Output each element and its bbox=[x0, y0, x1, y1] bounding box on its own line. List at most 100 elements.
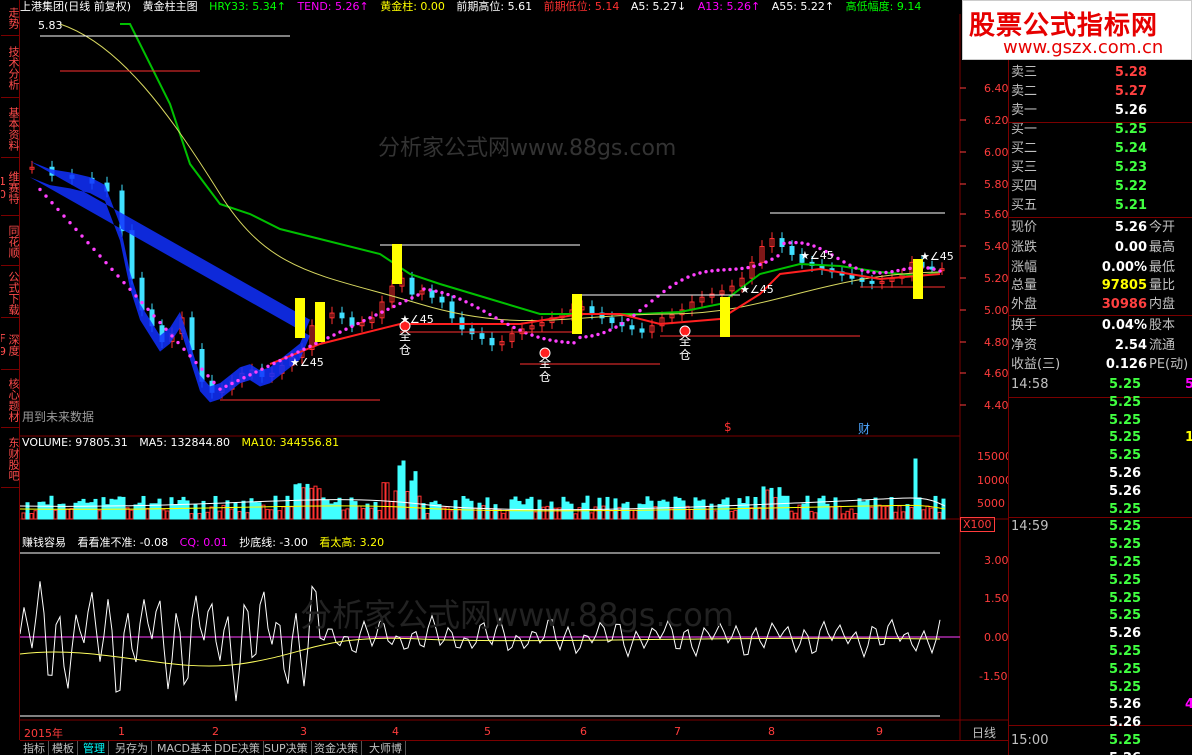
volume-bar bbox=[209, 506, 214, 520]
period-label[interactable]: 日线 bbox=[972, 724, 996, 741]
buy-signal-label: 仓 bbox=[679, 348, 691, 362]
volume-bar bbox=[197, 513, 202, 520]
quote-label-2: PE(动) bbox=[1149, 357, 1189, 372]
volume-bar bbox=[869, 506, 874, 520]
trend-dot bbox=[218, 387, 222, 391]
left-tab-0[interactable]: 走势 bbox=[1, 0, 19, 36]
left-tab-4[interactable]: 同花顺 bbox=[1, 218, 19, 266]
volume-bar bbox=[377, 509, 382, 520]
volume-bar bbox=[593, 506, 598, 520]
finance-mark[interactable]: 财 bbox=[858, 420, 870, 437]
dividend-mark[interactable]: $ bbox=[724, 420, 732, 434]
volume-bar bbox=[373, 501, 378, 520]
order-book-row[interactable]: 买四 5.22 bbox=[1009, 178, 1192, 195]
quote-value: 0.00 bbox=[1114, 240, 1147, 255]
x-tick-label: 3 bbox=[300, 725, 307, 738]
candle-body bbox=[349, 317, 355, 327]
bottom-tab-4[interactable]: MACD基本 bbox=[154, 741, 216, 755]
bottom-tab-0[interactable]: 指标 bbox=[20, 741, 49, 755]
left-tab-3[interactable]: 维赛特10 bbox=[1, 160, 19, 216]
volume-bar bbox=[357, 505, 362, 520]
osc-yellow-line bbox=[20, 637, 941, 667]
quote-label-2: 最高 bbox=[1149, 240, 1176, 255]
left-tab-8[interactable]: 东财股吧 bbox=[1, 430, 19, 488]
bottom-tab-8[interactable]: 大师博 bbox=[366, 741, 406, 755]
volume-bar bbox=[153, 503, 158, 520]
volume-bar bbox=[713, 510, 718, 520]
order-book-row[interactable]: 买五 5.21 bbox=[1009, 197, 1192, 214]
volume-bar bbox=[629, 509, 634, 520]
volume-bar bbox=[437, 504, 442, 520]
tick-price: 5.25 bbox=[1109, 572, 1142, 588]
volume-bar bbox=[189, 513, 194, 520]
order-book-row[interactable]: 卖二 5.27 bbox=[1009, 83, 1192, 100]
order-book-row[interactable]: 买二 5.24 bbox=[1009, 140, 1192, 157]
trend-dot bbox=[542, 336, 546, 341]
trend-dot bbox=[98, 254, 102, 258]
bottom-tab-5[interactable]: DDE决策 bbox=[211, 741, 264, 755]
star-annotation: ★∠45 bbox=[920, 250, 954, 263]
bottom-tab-2[interactable]: 管理 bbox=[80, 741, 109, 755]
bottom-tab-1[interactable]: 模板 bbox=[49, 741, 78, 755]
volume-bar bbox=[281, 506, 286, 520]
trend-dot bbox=[224, 384, 228, 388]
tick-price: 5.25 bbox=[1109, 448, 1142, 464]
trend-dot bbox=[422, 287, 426, 291]
order-book-row[interactable]: 买一 5.25 bbox=[1009, 121, 1192, 138]
order-book-row[interactable]: 卖一 5.26 bbox=[1009, 102, 1192, 119]
volume-bar bbox=[633, 509, 638, 520]
volume-bar bbox=[885, 506, 890, 520]
candle-body bbox=[479, 333, 485, 339]
trend-dot bbox=[296, 350, 300, 354]
volume-bar bbox=[193, 504, 198, 520]
trend-dot bbox=[782, 241, 786, 246]
left-tab-7[interactable]: 核心题材 bbox=[1, 372, 19, 428]
order-book-row[interactable]: 买三 5.23 bbox=[1009, 159, 1192, 176]
logo-url: www.gszx.com.cn bbox=[1003, 37, 1164, 58]
bottom-tab-3[interactable]: 另存为 bbox=[112, 741, 152, 755]
volume-bar bbox=[361, 508, 366, 520]
bottom-tab-6[interactable]: SUP决策 bbox=[261, 741, 312, 755]
volume-bar bbox=[801, 503, 806, 520]
left-tab-5[interactable]: 公式下载 bbox=[1, 268, 19, 318]
volume-bar bbox=[837, 505, 842, 520]
trend-dot bbox=[686, 275, 690, 279]
order-book-row[interactable]: 卖三 5.28 bbox=[1009, 64, 1192, 81]
volume-bar bbox=[929, 507, 934, 520]
trend-dot bbox=[302, 347, 306, 351]
volume-bar bbox=[425, 512, 430, 520]
tick-row: 5.26 bbox=[1009, 483, 1192, 501]
volume-bar bbox=[901, 511, 906, 520]
volume-bar bbox=[529, 496, 534, 520]
volume-bar bbox=[321, 497, 326, 520]
ma-line-yellow bbox=[59, 23, 941, 322]
quote-value: 30986 bbox=[1101, 297, 1147, 312]
left-tab-6[interactable]: 深度F9 bbox=[1, 320, 19, 370]
trend-dot bbox=[176, 340, 180, 345]
tick-row: 5.25 bbox=[1009, 447, 1192, 465]
trend-dot bbox=[752, 264, 756, 268]
candle-body bbox=[409, 277, 415, 295]
volume-bar bbox=[41, 501, 46, 520]
trend-dot bbox=[392, 304, 396, 309]
volume-bar bbox=[53, 509, 58, 520]
volume-bar bbox=[853, 512, 858, 520]
osc-kzbz: 看看准不准: -0.08 bbox=[77, 536, 169, 549]
osc-watermark: 分析家公式网www.88gs.com bbox=[300, 596, 734, 634]
left-tab-2[interactable]: 基本资料 bbox=[1, 100, 19, 158]
chart-title-bar: 上港集团(日线 前复权) 黄金柱主图 HRY33: 5.34↑ TEND: 5.… bbox=[20, 0, 960, 14]
quote-panel: 卖三 5.28 卖二 5.27 卖一 5.26 买一 5.25 买二 5.24 买三 5.23 买四 5.… bbox=[1008, 0, 1192, 755]
volume-bar bbox=[285, 495, 290, 520]
bottom-tab-7[interactable]: 资金决策 bbox=[311, 741, 362, 755]
quote-label-2: 今开 bbox=[1149, 220, 1176, 235]
candle-body bbox=[429, 290, 435, 298]
left-tab-1[interactable]: 技术分析 bbox=[1, 38, 19, 98]
volume-bar bbox=[937, 511, 942, 520]
gold-bar bbox=[315, 302, 325, 342]
volume-bar bbox=[405, 490, 410, 520]
trend-dot bbox=[326, 336, 330, 340]
volume-bar bbox=[69, 508, 74, 520]
indicator-name[interactable]: 黄金柱主图 bbox=[143, 0, 198, 13]
order-book-price: 5.24 bbox=[1114, 141, 1147, 156]
volume-bar bbox=[845, 510, 850, 520]
